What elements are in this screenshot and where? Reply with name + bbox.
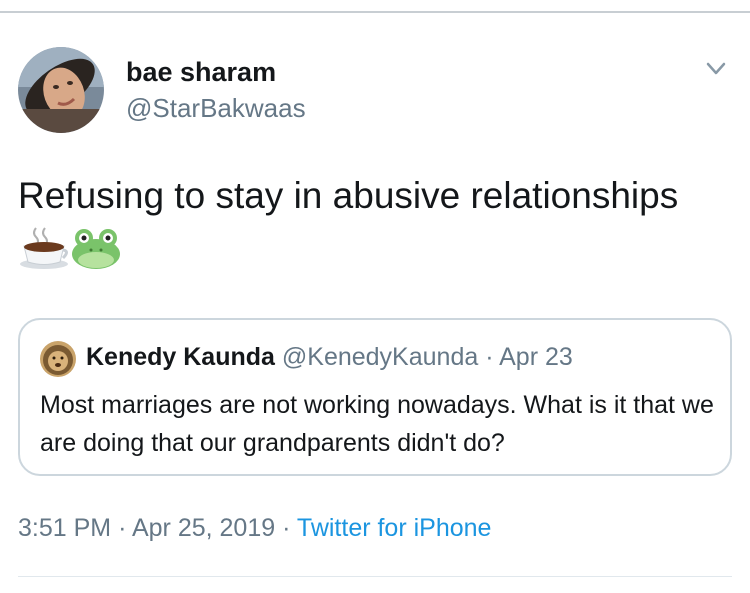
hot-beverage-icon — [18, 226, 70, 270]
quoted-handle: @KenedyKaunda — [281, 343, 479, 371]
quoted-separator: · — [485, 343, 494, 371]
quoted-tweet[interactable]: Kenedy Kaunda @KenedyKaunda · Apr 23 Mos… — [18, 318, 732, 476]
bottom-divider — [18, 576, 732, 577]
user-avatar[interactable] — [18, 47, 104, 133]
quoted-user-avatar — [40, 341, 76, 377]
quoted-display-name: Kenedy Kaunda — [86, 343, 275, 371]
tweet-body: Refusing to stay in abusive relationship… — [18, 168, 718, 280]
display-name[interactable]: bae sharam — [126, 57, 276, 88]
tweet-date[interactable]: Apr 25, 2019 — [132, 514, 275, 542]
quoted-tweet-text: Most marriages are not working nowadays.… — [40, 391, 714, 457]
footer-separator: · — [282, 514, 291, 542]
footer-separator: · — [118, 514, 127, 542]
quoted-tweet-header: Kenedy Kaunda @KenedyKaunda · Apr 23 — [86, 343, 573, 372]
quoted-date: Apr 23 — [499, 343, 573, 371]
tweet-footer: 3:51 PM · Apr 25, 2019 · Twitter for iPh… — [18, 514, 491, 543]
chevron-down-icon[interactable] — [700, 56, 732, 82]
user-handle[interactable]: @StarBakwaas — [126, 93, 306, 124]
tweet-text: Refusing to stay in abusive relationship… — [18, 175, 679, 216]
frog-icon — [70, 226, 122, 270]
tweet-time[interactable]: 3:51 PM — [18, 514, 111, 542]
top-divider — [0, 11, 750, 13]
tweet-source-link[interactable]: Twitter for iPhone — [297, 514, 492, 542]
